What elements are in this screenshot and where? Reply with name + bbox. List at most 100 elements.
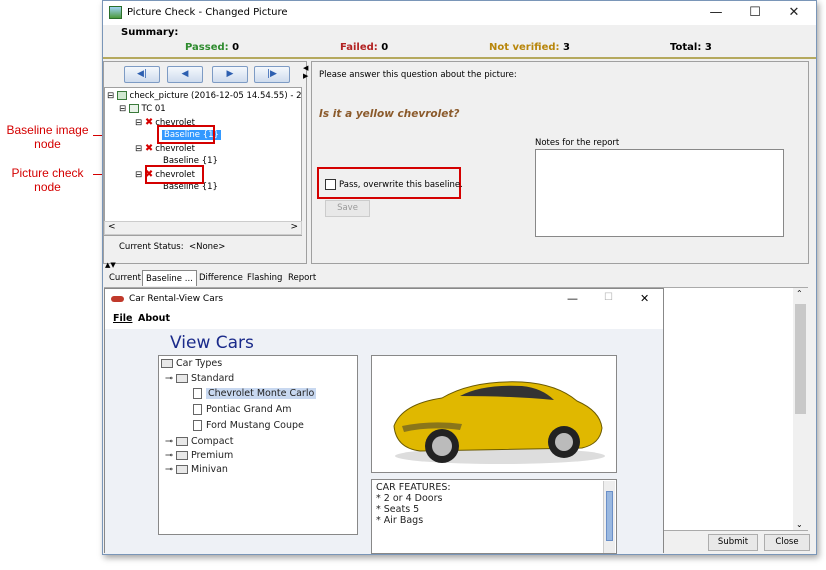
- status-value: <None>: [188, 242, 226, 252]
- tree-check-2[interactable]: ⊟ ✖ chevrolet: [135, 143, 195, 154]
- save-button[interactable]: Save: [325, 200, 370, 217]
- scroll-right-icon[interactable]: >: [290, 222, 298, 232]
- total-label: Total:: [670, 42, 702, 53]
- chevrolet-label: Chevrolet Monte Carlo: [206, 388, 317, 399]
- tree-check-2-label: chevrolet: [155, 144, 195, 154]
- car-types-label: Car Types: [176, 358, 223, 369]
- car-menu-bar: File About: [105, 311, 663, 327]
- ford-label: Ford Mustang Coupe: [206, 420, 304, 431]
- features-scroll-thumb: [606, 491, 613, 541]
- close-window-button[interactable]: ✕: [778, 3, 810, 23]
- splitter-arrows-icon[interactable]: ◀ ▶: [303, 64, 308, 80]
- pontiac-label: Pontiac Grand Am: [206, 404, 292, 415]
- picture-vscrollbar[interactable]: ⌃ ⌄: [793, 288, 808, 530]
- compact-label: Compact: [190, 436, 234, 447]
- failed-label: Failed:: [340, 42, 378, 53]
- tree-compact: ⊸ Compact: [165, 436, 234, 447]
- tree-item-chevrolet: Chevrolet Monte Carlo: [193, 388, 317, 399]
- file-icon: [193, 388, 202, 399]
- file-icon: [193, 420, 202, 431]
- feature-item: * 2 or 4 Doors: [376, 493, 443, 504]
- scroll-down-icon[interactable]: ⌄: [796, 520, 803, 529]
- features-heading: CAR FEATURES:: [376, 482, 451, 493]
- not-verified-value: 3: [563, 42, 570, 53]
- car-image: [393, 381, 605, 464]
- passed-value: 0: [232, 42, 240, 53]
- question-prompt: Please answer this question about the pi…: [319, 70, 517, 80]
- feature-item: * Air Bags: [376, 515, 424, 526]
- features-scrollbar: [603, 481, 615, 553]
- next-button[interactable]: ▶: [212, 66, 248, 83]
- tab-report[interactable]: Report: [285, 270, 319, 286]
- pass-label: Pass, overwrite this baseline.: [339, 180, 463, 190]
- car-maximize-icon: ☐: [604, 292, 613, 303]
- question-text: Is it a yellow chevrolet?: [319, 108, 460, 120]
- tab-difference[interactable]: Difference: [196, 270, 246, 286]
- tab-current[interactable]: Current: [106, 270, 144, 286]
- folder-icon: [161, 359, 173, 368]
- tree-tc[interactable]: ⊟ TC 01: [119, 104, 166, 114]
- scroll-thumb[interactable]: [795, 304, 806, 414]
- baseline-highlight: [157, 125, 215, 144]
- total-count: Total: 3: [670, 42, 712, 53]
- car-type-tree: Car Types ⊸ Standard Chevrolet Monte Car…: [158, 355, 358, 535]
- failed-x-icon: ✖: [144, 117, 154, 128]
- app-icon: [109, 6, 122, 19]
- car-image-frame: [371, 355, 617, 473]
- tree-standard: ⊸ Standard: [165, 373, 235, 384]
- folder-icon: [175, 437, 188, 446]
- menu-file: File: [113, 313, 133, 324]
- view-cars-heading: View Cars: [170, 333, 254, 353]
- result-tree: ⊟ check_picture (2016-12-05 14.54.55) - …: [104, 87, 302, 236]
- tree-root[interactable]: ⊟ check_picture (2016-12-05 14.54.55) - …: [107, 91, 302, 101]
- last-button[interactable]: |▶: [254, 66, 290, 83]
- notes-textarea[interactable]: [535, 149, 784, 237]
- tree-minivan: ⊸ Minivan: [165, 464, 228, 475]
- car-features: CAR FEATURES: * 2 or 4 Doors * Seats 5 *…: [371, 479, 617, 554]
- tab-bar: Current Baseline ... Difference Flashing…: [104, 270, 324, 287]
- pass-checkbox[interactable]: [325, 179, 336, 190]
- not-verified-label: Not verified:: [489, 42, 560, 53]
- splitter-arrows-icon[interactable]: ▲▼: [105, 261, 116, 269]
- not-verified-count: Not verified: 3: [489, 42, 570, 53]
- menu-about: About: [138, 313, 170, 324]
- car-close-icon: ✕: [640, 292, 650, 305]
- car-title-bar: Car Rental-View Cars — ☐ ✕: [105, 289, 663, 311]
- tree-car-types: Car Types: [161, 358, 222, 369]
- window-title: Picture Check - Changed Picture: [127, 7, 288, 18]
- tab-baseline[interactable]: Baseline ...: [142, 270, 197, 286]
- failed-count: Failed: 0: [340, 42, 388, 53]
- submit-button[interactable]: Submit: [708, 534, 758, 551]
- feature-item: * Seats 5: [376, 504, 420, 515]
- tree-premium: ⊸ Premium: [165, 450, 234, 461]
- car-icon: [111, 296, 124, 302]
- notes-label: Notes for the report: [535, 138, 620, 148]
- tree-item-ford: Ford Mustang Coupe: [193, 420, 304, 431]
- tree-tc-label: TC 01: [141, 104, 166, 114]
- car-minimize-icon: —: [567, 292, 578, 305]
- car-window-title: Car Rental-View Cars: [129, 294, 224, 304]
- car-rental-window: Car Rental-View Cars — ☐ ✕ File About Vi…: [104, 288, 664, 554]
- summary-label: Summary:: [121, 27, 179, 38]
- passed-label: Passed:: [185, 42, 229, 53]
- failed-x-icon: ✖: [144, 143, 154, 154]
- first-button[interactable]: ◀|: [124, 66, 160, 83]
- premium-label: Premium: [190, 450, 234, 461]
- file-icon: [193, 404, 202, 415]
- close-button[interactable]: Close: [764, 534, 810, 551]
- summary-bar: Summary: Passed: 0 Failed: 0 Not verifie…: [103, 25, 816, 59]
- folder-icon: [175, 465, 188, 474]
- tree-hscrollbar[interactable]: < >: [104, 221, 302, 235]
- annotation-baseline: Baseline image node: [6, 123, 89, 151]
- scroll-up-icon[interactable]: ⌃: [796, 289, 803, 298]
- minimize-button[interactable]: —: [700, 3, 732, 23]
- current-status: Current Status: <None>: [119, 242, 225, 252]
- tab-flashing[interactable]: Flashing: [244, 270, 285, 286]
- tree-root-label: check_picture (2016-12-05 14.54.55) - 28…: [129, 91, 302, 101]
- annotation-check: Picture check node: [11, 166, 84, 194]
- scroll-left-icon[interactable]: <: [108, 222, 116, 232]
- maximize-button[interactable]: ☐: [739, 3, 771, 23]
- status-label: Current Status:: [119, 242, 184, 252]
- standard-label: Standard: [190, 373, 235, 384]
- previous-button[interactable]: ◀: [167, 66, 203, 83]
